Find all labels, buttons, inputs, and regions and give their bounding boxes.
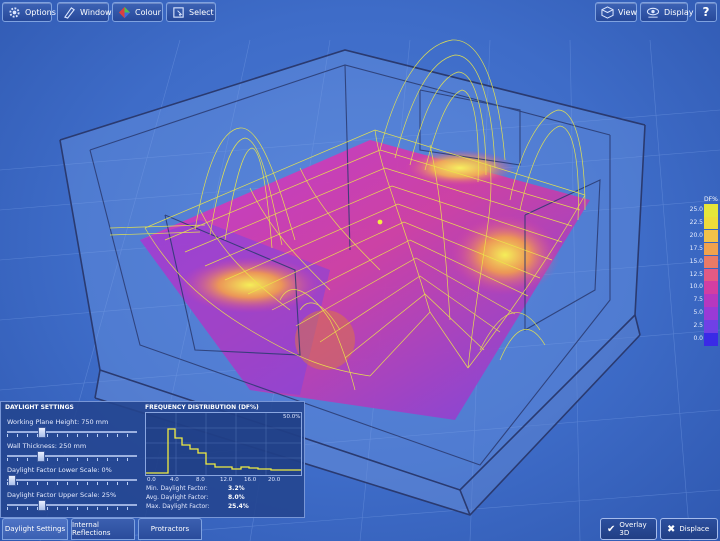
- legend-swatch: [704, 255, 718, 269]
- legend-swatch: [704, 268, 718, 281]
- slider-ticks: [7, 434, 137, 437]
- legend-value: 12.5: [689, 270, 703, 278]
- options-label: Options: [25, 7, 56, 17]
- upper-scale-slider[interactable]: [38, 500, 46, 511]
- view-button[interactable]: View: [595, 2, 637, 22]
- legend-value: 10.0: [689, 283, 703, 291]
- stat-value: 3.2%: [228, 485, 245, 492]
- display-button[interactable]: Display: [640, 2, 694, 22]
- legend-value: 25.0: [689, 206, 703, 213]
- stat-label: Max. Daylight Factor:: [146, 503, 210, 510]
- slider-track[interactable]: [7, 455, 137, 457]
- legend-value: 7.5: [693, 296, 703, 304]
- histogram-tick: 16.0: [244, 477, 257, 483]
- frequency-title: FREQUENCY DISTRIBUTION (DF%): [145, 404, 259, 411]
- colour-icon: [118, 5, 131, 19]
- legend-swatch: [704, 204, 718, 217]
- slider-label: Daylight Factor Upper Scale: 25%: [7, 491, 117, 499]
- legend-swatch: [704, 294, 718, 307]
- working-plane-height-slider[interactable]: [38, 427, 46, 438]
- colour-label: Colour: [135, 7, 161, 17]
- legend-value: 15.0: [689, 257, 703, 265]
- legend-swatch: [704, 320, 718, 333]
- histogram-tick: 0.0: [147, 477, 156, 483]
- slider-label: Wall Thickness: 250 mm: [7, 442, 87, 450]
- slider-ticks: [7, 482, 137, 485]
- lower-scale-slider[interactable]: [8, 475, 17, 486]
- slider-label: Working Plane Height: 750 mm: [7, 418, 109, 426]
- cursor-point: [377, 219, 383, 225]
- legend-value: 5.0: [693, 309, 703, 317]
- wall-thickness-slider[interactable]: [36, 451, 45, 462]
- window-icon: [63, 5, 76, 19]
- legend-swatch: [704, 307, 718, 320]
- cube-icon: [601, 5, 614, 19]
- tab-protractors[interactable]: Protractors: [138, 518, 202, 540]
- slider-track[interactable]: [7, 479, 137, 481]
- stat-label: Min. Daylight Factor:: [146, 485, 208, 492]
- histogram-tick: 4.0: [170, 477, 179, 483]
- histogram-line: [146, 428, 301, 474]
- histogram-tick: 20.0: [268, 477, 281, 483]
- histogram-tick: 12.0: [220, 477, 233, 483]
- slider-ticks: [7, 458, 137, 461]
- overlay-3d-button[interactable]: ✔ Overlay 3D: [600, 518, 657, 540]
- options-button[interactable]: Options: [2, 2, 56, 22]
- legend-value: 17.5: [689, 244, 703, 252]
- close-icon: ✖: [667, 523, 676, 535]
- checkmark-icon: ✔: [607, 523, 616, 535]
- frequency-histogram: [145, 412, 302, 476]
- select-label: Select: [189, 7, 214, 17]
- tab-daylight-settings[interactable]: Daylight Settings: [2, 518, 68, 540]
- slider-label: Daylight Factor Lower Scale: 0%: [7, 466, 112, 474]
- view-label: View: [618, 7, 637, 17]
- legend-value: 20.0: [689, 231, 703, 239]
- displace-label: Displace: [679, 525, 710, 533]
- tab-internal-reflections[interactable]: Internal Reflections: [71, 518, 135, 540]
- stat-value: 8.0%: [228, 494, 245, 501]
- legend-swatch: [704, 333, 718, 346]
- stat-value: 25.4%: [228, 503, 249, 510]
- colour-button[interactable]: Colour: [112, 2, 163, 22]
- eye-icon: [646, 5, 660, 19]
- legend-value: 2.5: [693, 322, 703, 330]
- legend-value: 22.5: [689, 218, 703, 226]
- help-button[interactable]: ?: [695, 2, 717, 22]
- windows-button[interactable]: Windows: [57, 2, 116, 22]
- help-icon: ?: [702, 5, 710, 19]
- display-label: Display: [664, 7, 694, 17]
- stat-label: Avg. Daylight Factor:: [146, 494, 209, 501]
- gear-icon: [8, 5, 21, 19]
- legend-swatch: [704, 281, 718, 294]
- panel-title: DAYLIGHT SETTINGS: [5, 404, 74, 411]
- select-icon: [172, 5, 185, 19]
- legend-swatch: [704, 216, 718, 230]
- displace-button[interactable]: ✖ Displace: [660, 518, 718, 540]
- histogram-tick: 8.0: [196, 477, 205, 483]
- slider-ticks: [7, 507, 137, 510]
- legend-swatch: [704, 242, 718, 256]
- select-button[interactable]: Select: [166, 2, 216, 22]
- overlay-label: Overlay 3D: [619, 521, 647, 537]
- slider-track[interactable]: [7, 431, 137, 433]
- legend-value: 0.0: [693, 335, 703, 342]
- histogram-max-label: 50.0%: [283, 414, 301, 420]
- legend-swatch: [704, 229, 718, 243]
- legend-title: DF%: [704, 196, 718, 203]
- windows-label: Windows: [80, 7, 116, 17]
- slider-track[interactable]: [7, 504, 137, 506]
